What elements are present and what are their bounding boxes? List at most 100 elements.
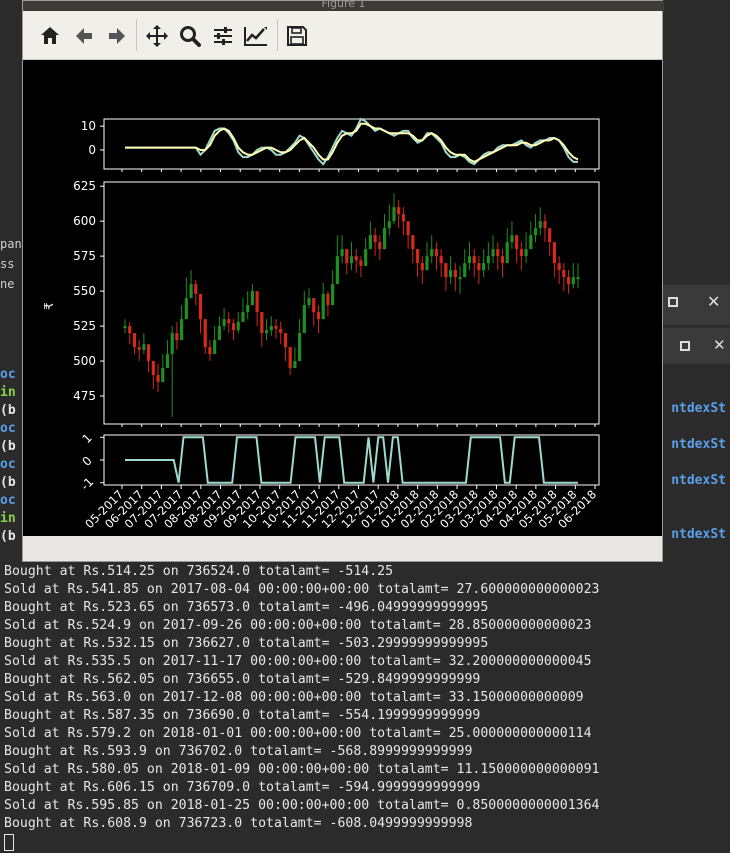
- candle-body: [529, 235, 533, 250]
- candle-body: [359, 260, 363, 266]
- candle-body: [562, 270, 566, 278]
- candle-body: [420, 263, 424, 271]
- plot-canvas[interactable]: 10 0 625 600 575 550 525 500 475 ₹ 1 0 -1 05-2017 06…: [23, 60, 662, 536]
- back-arrow-icon: [76, 28, 92, 44]
- candle-body: [345, 249, 349, 264]
- candle-body: [231, 323, 236, 331]
- signal-line: [125, 436, 578, 484]
- candle-body: [552, 242, 557, 264]
- candle-body: [321, 293, 325, 320]
- candle-body: [269, 326, 273, 331]
- close-icon[interactable]: ✕: [707, 292, 720, 311]
- candle-body: [255, 291, 259, 313]
- terminal-output: Bought at Rs.514.25 on 736524.0 totalamt…: [4, 563, 599, 833]
- candle-body: [496, 249, 500, 257]
- y-tick-label: 500: [73, 354, 96, 368]
- terminal-line: Bought at Rs.593.9 on 736702.0 totalamt=…: [4, 744, 473, 759]
- candle-body: [519, 249, 523, 257]
- toolbar-separator: [277, 19, 278, 51]
- candle-body: [543, 221, 547, 229]
- behind-terminal-line: oc: [0, 457, 16, 472]
- behind-window-text: ne: [0, 277, 15, 291]
- back-button[interactable]: [71, 23, 97, 49]
- pan-button[interactable]: [144, 23, 170, 49]
- indicator-series-line-1: [125, 122, 579, 164]
- terminal-line: Sold at Rs.541.85 on 2017-08-04 00:00:00…: [4, 582, 600, 597]
- terminal-line: Bought at Rs.606.15 on 736709.0 totalamt…: [4, 780, 481, 795]
- y-axis-label: ₹: [42, 302, 56, 310]
- y-tick-label: 10: [81, 119, 96, 133]
- candle-body: [491, 249, 495, 257]
- candle-body: [434, 249, 439, 257]
- candle-body: [283, 333, 288, 348]
- terminal-line: Bought at Rs.608.9 on 736723.0 totalamt=…: [4, 816, 473, 831]
- candle-body: [326, 293, 330, 306]
- candle-body: [458, 277, 462, 280]
- candle-body: [165, 354, 170, 369]
- terminal-line: Bought at Rs.562.05 on 736655.0 totalamt…: [4, 672, 481, 687]
- forward-button[interactable]: [104, 23, 130, 49]
- zoom-icon: [180, 26, 201, 47]
- home-icon: [41, 27, 59, 44]
- save-button[interactable]: [284, 23, 310, 49]
- candle-body: [208, 347, 212, 355]
- behind-terminal-line: in: [0, 511, 16, 526]
- terminal-line: Sold at Rs.580.05 on 2018-01-09 00:00:00…: [4, 762, 600, 777]
- candle-body: [566, 277, 571, 285]
- candle-body: [123, 326, 127, 329]
- candle-body: [368, 235, 372, 250]
- terminal-line: Bought at Rs.514.25 on 736524.0 totalamt…: [4, 564, 394, 579]
- behind-terminal-line: (b: [0, 403, 16, 418]
- candle-body: [128, 326, 132, 334]
- zoom-button[interactable]: [177, 23, 203, 49]
- edit-axes-icon: [244, 27, 267, 46]
- candle-body: [482, 263, 486, 271]
- candle-body: [227, 319, 231, 324]
- behind-terminal-line: (b: [0, 475, 16, 490]
- candle-body: [180, 319, 184, 341]
- candle-body: [217, 326, 221, 341]
- candle-body: [382, 228, 387, 250]
- candle-body: [161, 368, 165, 383]
- behind-window-titlebar: ✕: [663, 285, 730, 325]
- candle-body: [132, 333, 137, 348]
- candle-body: [406, 221, 410, 236]
- candle-body: [264, 330, 269, 334]
- home-button[interactable]: [37, 23, 63, 49]
- subplots-button[interactable]: [210, 23, 236, 49]
- candle-body: [246, 305, 250, 313]
- candle-body: [538, 221, 542, 229]
- terminal-line: Sold at Rs.563.0 on 2017-12-08 00:00:00+…: [4, 690, 584, 705]
- maximize-icon[interactable]: [668, 297, 678, 307]
- y-tick-label: -1: [78, 475, 96, 493]
- indicator-axes: 10 0: [81, 117, 600, 172]
- behind-window-titlebar-2: ✕: [663, 328, 730, 364]
- candle-body: [430, 249, 434, 257]
- axes-frame: [103, 181, 600, 425]
- y-tick-label: 575: [73, 249, 96, 263]
- candle-body: [146, 344, 151, 362]
- figure-window[interactable]: Figure 1 10 0 625 600 575 550 525 500 47…: [22, 0, 664, 562]
- y-tick-label: 550: [73, 284, 96, 298]
- candle-body: [151, 361, 155, 376]
- forward-arrow-icon: [109, 28, 125, 44]
- candle-body: [142, 344, 146, 350]
- candle-body: [312, 298, 316, 313]
- status-bar: [23, 537, 662, 561]
- candle-body: [213, 340, 217, 355]
- terminal-line: Sold at Rs.535.5 on 2017-11-17 00:00:00+…: [4, 654, 592, 669]
- figure-titlebar: Figure 1: [23, 1, 664, 11]
- candle-body: [156, 375, 160, 383]
- behind-terminal-line: oc: [0, 493, 16, 508]
- y-tick-label: 525: [73, 319, 96, 333]
- close-icon[interactable]: ✕: [713, 336, 726, 354]
- indicator-series-line-0: [125, 117, 578, 166]
- candle-body: [510, 235, 514, 243]
- candle-body: [222, 319, 226, 327]
- edit-axes-button[interactable]: [243, 23, 269, 49]
- maximize-icon[interactable]: [680, 341, 690, 351]
- terminal-line: Bought at Rs.523.65 on 736573.0 totalamt…: [4, 600, 489, 615]
- terminal-line: Sold at Rs.595.85 on 2018-01-25 00:00:00…: [4, 798, 600, 813]
- terminal-cursor[interactable]: [4, 834, 14, 851]
- behind-terminal-line: (b: [0, 439, 16, 454]
